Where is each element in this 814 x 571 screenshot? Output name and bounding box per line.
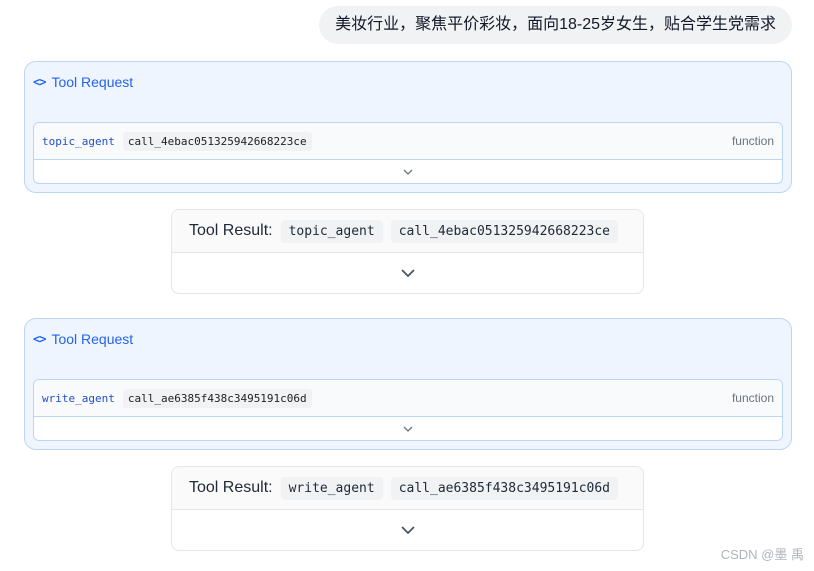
chevron-down-icon	[403, 426, 413, 432]
function-name: topic_agent	[42, 134, 115, 148]
watermark: CSDN @墨 禹	[720, 547, 804, 562]
call-type-label: function	[731, 134, 774, 148]
call-type-label: function	[731, 391, 774, 405]
expand-result-toggle[interactable]	[172, 510, 643, 550]
tool-call-row: topic_agent call_4ebac051325942668223ce …	[34, 123, 782, 160]
user-message-bubble: 美妆行业，聚焦平价彩妆，面向18-25岁女生，贴合学生党需求	[319, 6, 792, 44]
result-function-name: write_agent	[280, 476, 383, 500]
expand-call-toggle[interactable]	[34, 417, 782, 440]
result-call-id: call_ae6385f438c3495191c06d	[390, 476, 619, 500]
code-icon: <>	[33, 75, 46, 89]
tool-request-header: <> Tool Request	[33, 329, 133, 349]
tool-request-card: <> Tool Request topic_agent call_4ebac05…	[24, 61, 792, 193]
tool-request-title: Tool Request	[51, 331, 134, 347]
tool-request-header: <> Tool Request	[33, 72, 133, 92]
call-id: call_ae6385f438c3495191c06d	[122, 388, 312, 408]
expand-call-toggle[interactable]	[34, 160, 782, 183]
result-function-name: topic_agent	[280, 219, 383, 243]
tool-result-card: Tool Result: topic_agent call_4ebac05132…	[171, 209, 644, 294]
tool-result-title: Tool Result:	[189, 222, 273, 239]
tool-result-card: Tool Result: write_agent call_ae6385f438…	[171, 466, 644, 551]
tool-result-header: Tool Result: topic_agent call_4ebac05132…	[172, 210, 643, 253]
tool-request-card: <> Tool Request write_agent call_ae6385f…	[24, 318, 792, 450]
chevron-down-icon	[400, 269, 415, 277]
tool-request-title: Tool Request	[51, 74, 134, 90]
chevron-down-icon	[400, 526, 415, 534]
function-name: write_agent	[42, 391, 115, 405]
chevron-down-icon	[403, 169, 413, 175]
tool-call-row: write_agent call_ae6385f438c3495191c06d …	[34, 380, 782, 417]
result-call-id: call_4ebac051325942668223ce	[390, 219, 619, 243]
code-icon: <>	[33, 332, 46, 346]
tool-result-header: Tool Result: write_agent call_ae6385f438…	[172, 467, 643, 510]
call-id: call_4ebac051325942668223ce	[122, 131, 312, 151]
expand-result-toggle[interactable]	[172, 253, 643, 293]
tool-call-box: topic_agent call_4ebac051325942668223ce …	[33, 122, 783, 184]
tool-call-box: write_agent call_ae6385f438c3495191c06d …	[33, 379, 783, 441]
tool-result-title: Tool Result:	[189, 479, 273, 496]
